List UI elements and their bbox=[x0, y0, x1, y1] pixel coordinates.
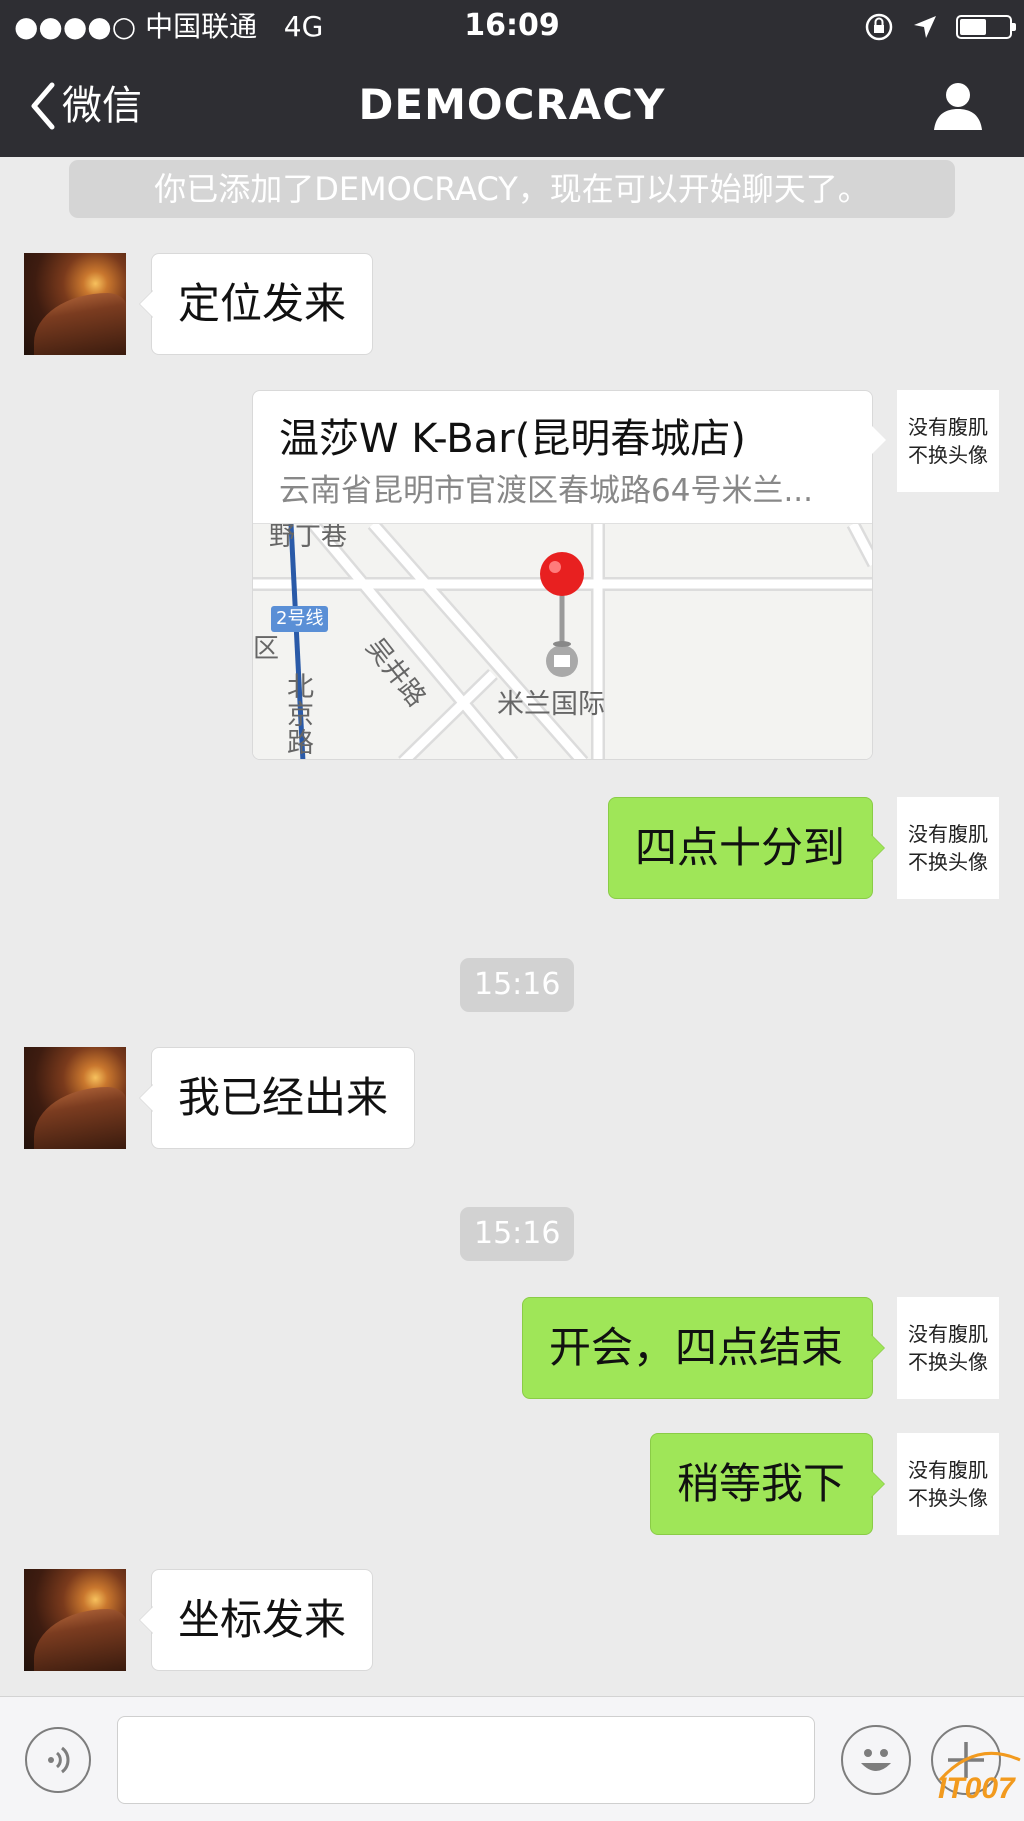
map-poi-label: 米兰国际 bbox=[497, 689, 605, 720]
message-bubble-incoming[interactable]: 坐标发来 bbox=[138, 1569, 374, 1671]
metro-line-badge: 2号线 bbox=[271, 606, 329, 632]
message-bubble-incoming[interactable]: 定位发来 bbox=[138, 253, 374, 355]
message-bubble-outgoing[interactable]: 四点十分到 bbox=[608, 797, 885, 899]
avatar-text-line: 不换头像 bbox=[908, 850, 988, 874]
system-notice: 你已添加了DEMOCRACY，现在可以开始聊天了。 bbox=[69, 160, 955, 218]
emoji-button[interactable] bbox=[841, 1725, 911, 1795]
bubble-tail bbox=[872, 426, 886, 454]
message-bubble-outgoing[interactable]: 稍等我下 bbox=[650, 1433, 885, 1535]
self-avatar[interactable]: 没有腹肌 不换头像 bbox=[897, 1297, 999, 1399]
avatar-text-line: 不换头像 bbox=[908, 1486, 988, 1510]
orientation-lock-icon bbox=[865, 13, 893, 41]
self-avatar[interactable]: 没有腹肌 不换头像 bbox=[897, 1433, 999, 1535]
avatar-text-line: 没有腹肌 bbox=[908, 822, 988, 846]
battery-icon bbox=[956, 15, 1016, 39]
message-bubble-incoming[interactable]: 我已经出来 bbox=[138, 1047, 416, 1149]
avatar-text-line: 没有腹肌 bbox=[908, 1322, 988, 1346]
avatar-text-line: 不换头像 bbox=[908, 443, 988, 467]
status-icons bbox=[864, 12, 1016, 42]
location-name: 温莎W K-Bar(昆明春城店) bbox=[279, 416, 746, 462]
contact-profile-icon[interactable] bbox=[932, 80, 984, 132]
contact-avatar[interactable] bbox=[24, 1047, 126, 1149]
location-card[interactable]: 温莎W K-Bar(昆明春城店) 云南省昆明市官渡区春城路64号米兰... 野丁… bbox=[252, 390, 873, 760]
location-map: 野丁巷 区 2号线 北京路 吴井路 米兰国际 bbox=[253, 523, 872, 759]
input-bar bbox=[0, 1696, 1024, 1821]
map-roads bbox=[253, 524, 872, 759]
chat-title: DEMOCRACY bbox=[358, 80, 666, 129]
timestamp: 15:16 bbox=[460, 1207, 575, 1261]
voice-icon bbox=[48, 1746, 70, 1774]
contact-avatar[interactable] bbox=[24, 1569, 126, 1671]
voice-button[interactable] bbox=[25, 1727, 91, 1793]
contact-avatar[interactable] bbox=[24, 253, 126, 355]
avatar-text-line: 没有腹肌 bbox=[908, 415, 988, 439]
avatar-text-line: 不换头像 bbox=[908, 1350, 988, 1374]
map-road-label: 北京路 bbox=[287, 672, 314, 759]
battery-level bbox=[960, 19, 987, 35]
message-bubble-outgoing[interactable]: 开会，四点结束 bbox=[522, 1297, 885, 1399]
avatar-text-line: 没有腹肌 bbox=[908, 1458, 988, 1482]
watermark-logo: IT007 bbox=[938, 1772, 1015, 1805]
smiley-icon bbox=[861, 1749, 891, 1771]
top-bar: ●●●●○ 中国联通 4G 16:09 微信 DEMOCRACY bbox=[0, 0, 1024, 157]
location-address: 云南省昆明市官渡区春城路64号米兰... bbox=[279, 473, 814, 509]
self-avatar[interactable]: 没有腹肌 不换头像 bbox=[897, 390, 999, 492]
map-label-top: 野丁巷 bbox=[269, 523, 348, 552]
location-arrow-icon bbox=[914, 16, 936, 38]
timestamp: 15:16 bbox=[460, 958, 575, 1012]
map-label-side: 区 bbox=[253, 634, 280, 664]
message-input[interactable] bbox=[117, 1716, 815, 1804]
self-avatar[interactable]: 没有腹肌 不换头像 bbox=[897, 797, 999, 899]
